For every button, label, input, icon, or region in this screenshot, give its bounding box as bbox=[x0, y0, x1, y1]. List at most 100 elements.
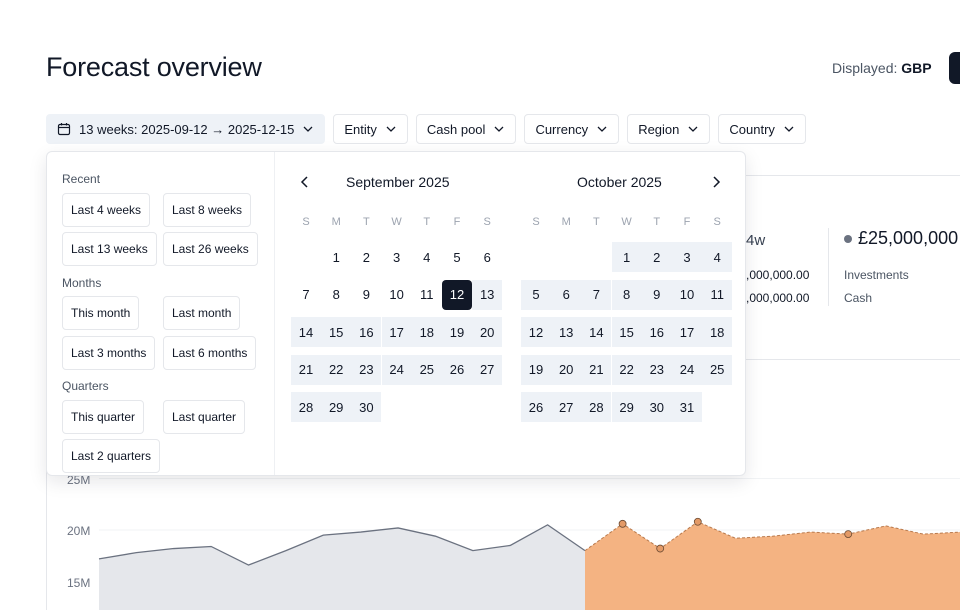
calendar-day[interactable]: 17 bbox=[672, 317, 702, 348]
calendar-day[interactable]: 10 bbox=[382, 280, 412, 310]
chevron-down-icon bbox=[303, 126, 313, 132]
calendar-day[interactable]: 7 bbox=[581, 279, 612, 310]
currency-filter-label: Currency bbox=[535, 121, 589, 137]
preset-last-2-quarters[interactable]: Last 2 quarters bbox=[62, 439, 161, 473]
calendar-day[interactable]: 7 bbox=[291, 280, 321, 310]
calendar-day[interactable]: 20 bbox=[472, 317, 503, 348]
calendar-day[interactable]: 28 bbox=[581, 392, 612, 423]
calendar-day[interactable]: 3 bbox=[672, 242, 702, 272]
weekday-header: M bbox=[561, 216, 571, 228]
calendar-day[interactable]: 5 bbox=[521, 279, 551, 310]
calendar-day[interactable]: 17 bbox=[381, 317, 412, 348]
calendar-day[interactable]: 15 bbox=[321, 317, 352, 348]
calendar-day[interactable]: 23 bbox=[641, 354, 672, 385]
calendar-day[interactable]: 9 bbox=[641, 279, 672, 310]
calendar-day[interactable]: 25 bbox=[411, 354, 442, 385]
calendar-day[interactable]: 14 bbox=[291, 317, 321, 348]
weekday-header: W bbox=[391, 216, 402, 228]
legend-dot bbox=[844, 235, 852, 243]
calendar-day[interactable]: 12 bbox=[521, 317, 551, 348]
cash-pool-filter[interactable]: Cash pool bbox=[415, 114, 517, 144]
calendar-day[interactable]: 24 bbox=[672, 354, 702, 385]
calendar-day[interactable]: 29 bbox=[321, 392, 352, 423]
calendar-day[interactable]: 5 bbox=[442, 242, 472, 272]
calendar-day[interactable]: 28 bbox=[291, 392, 321, 423]
calendar-day[interactable]: 16 bbox=[641, 317, 672, 348]
weekday-header: T bbox=[423, 216, 431, 228]
calendar-day[interactable]: 27 bbox=[551, 392, 582, 423]
calendar-day[interactable]: 20 bbox=[551, 354, 582, 385]
calendar-day[interactable]: 16 bbox=[351, 317, 382, 348]
preset-this-quarter[interactable]: This quarter bbox=[62, 400, 145, 434]
calendar-day[interactable]: 8 bbox=[611, 279, 642, 310]
preset-last-3-months[interactable]: Last 3 months bbox=[62, 336, 156, 370]
preset-last-4-weeks[interactable]: Last 4 weeks bbox=[62, 193, 151, 227]
calendar-day[interactable]: 1 bbox=[321, 242, 351, 272]
preset-last-26-weeks[interactable]: Last 26 weeks bbox=[163, 232, 258, 266]
calendar-day[interactable]: 14 bbox=[581, 317, 612, 348]
currency-filter[interactable]: Currency bbox=[524, 114, 620, 144]
calendar-day[interactable]: 26 bbox=[521, 392, 551, 423]
chevron-down-icon bbox=[597, 126, 607, 132]
calendar-day[interactable]: 24 bbox=[381, 354, 412, 385]
calendar-day[interactable]: 30 bbox=[641, 392, 672, 423]
calendar-day[interactable]: 15 bbox=[611, 317, 642, 348]
calendar-day[interactable]: 6 bbox=[472, 242, 502, 272]
calendar-day[interactable]: 30 bbox=[351, 392, 382, 423]
date-range-popover: Recent Last 4 weeks Last 8 weeks Last 13… bbox=[46, 151, 746, 476]
calendar-day[interactable]: 27 bbox=[472, 354, 503, 385]
y-tick: 15M bbox=[67, 576, 91, 590]
calendar-day[interactable]: 8 bbox=[321, 280, 351, 310]
forecast-area bbox=[585, 521, 960, 610]
summary-total: £25,000,000 bbox=[858, 228, 959, 248]
calendar-day[interactable]: 13 bbox=[472, 279, 503, 310]
calendar-day[interactable]: 4 bbox=[702, 242, 733, 272]
calendar-day[interactable]: 18 bbox=[702, 317, 733, 348]
chevron-left-icon[interactable] bbox=[297, 174, 313, 190]
summary-value-1: ,000,000.00 bbox=[746, 268, 810, 282]
preset-last-13-weeks[interactable]: Last 13 weeks bbox=[62, 232, 157, 266]
preset-last-8-weeks[interactable]: Last 8 weeks bbox=[163, 193, 252, 227]
calendar-day[interactable]: 18 bbox=[411, 317, 442, 348]
calendar-day[interactable]: 4 bbox=[412, 242, 442, 272]
calendar-day[interactable]: 6 bbox=[551, 279, 582, 310]
calendar-day[interactable]: 26 bbox=[442, 354, 472, 385]
calendar-day[interactable]: 21 bbox=[581, 354, 612, 385]
calendar-day[interactable]: 12 bbox=[442, 279, 472, 310]
region-filter[interactable]: Region bbox=[627, 114, 711, 144]
calendar-day[interactable]: 29 bbox=[611, 392, 642, 423]
calendar-day[interactable]: 22 bbox=[611, 354, 642, 385]
calendar-day[interactable]: 1 bbox=[611, 242, 642, 272]
preset-this-month[interactable]: This month bbox=[62, 296, 140, 330]
month-title-october: October 2025 bbox=[577, 174, 662, 190]
calendar-day[interactable]: 31 bbox=[672, 392, 702, 423]
calendar-day[interactable]: 13 bbox=[551, 317, 582, 348]
calendar-day[interactable]: 11 bbox=[702, 279, 733, 310]
header-action-button[interactable] bbox=[949, 52, 960, 84]
weekday-header: S bbox=[713, 216, 721, 228]
calendar-day[interactable]: 2 bbox=[641, 242, 672, 272]
entity-filter[interactable]: Entity bbox=[333, 114, 408, 144]
preset-last-month[interactable]: Last month bbox=[163, 296, 241, 330]
date-range-filter[interactable]: 13 weeks: 2025-09-12 → 2025-12-15 bbox=[46, 114, 326, 144]
forecast-point bbox=[656, 544, 665, 553]
preset-last-6-months[interactable]: Last 6 months bbox=[163, 336, 257, 370]
forecast-point bbox=[844, 530, 853, 539]
calendar-day[interactable]: 23 bbox=[351, 354, 382, 385]
calendar-day[interactable]: 9 bbox=[351, 280, 381, 310]
calendar-day[interactable]: 22 bbox=[321, 354, 352, 385]
calendar-day[interactable]: 19 bbox=[521, 354, 551, 385]
calendar-day[interactable]: 10 bbox=[672, 279, 702, 310]
country-filter[interactable]: Country bbox=[718, 114, 806, 144]
calendar-day[interactable]: 3 bbox=[382, 242, 412, 272]
calendar-day[interactable]: 21 bbox=[291, 354, 321, 385]
chevron-right-icon[interactable] bbox=[708, 174, 724, 190]
y-tick: 20M bbox=[67, 524, 91, 538]
calendar-day[interactable]: 19 bbox=[442, 317, 472, 348]
calendar-day[interactable]: 2 bbox=[351, 242, 381, 272]
preset-last-quarter[interactable]: Last quarter bbox=[163, 400, 246, 434]
calendar-day[interactable]: 25 bbox=[702, 354, 733, 385]
calendar-day[interactable]: 11 bbox=[412, 280, 442, 310]
weekday-header: S bbox=[483, 216, 491, 228]
region-filter-label: Region bbox=[638, 121, 680, 137]
